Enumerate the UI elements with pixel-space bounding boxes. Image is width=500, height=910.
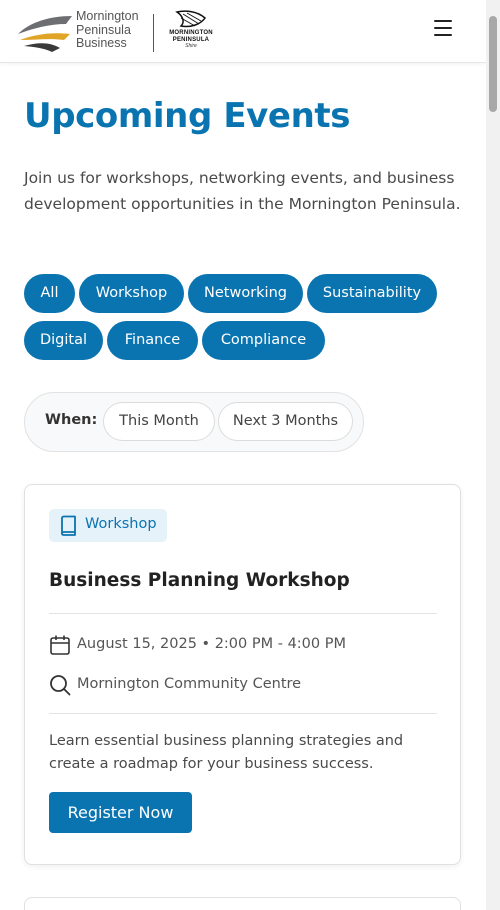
event-description: Learn essential business planning strate… xyxy=(49,733,404,772)
filter-chip-digital[interactable]: Digital xyxy=(24,321,103,360)
when-label: When: xyxy=(45,412,98,428)
event-datetime: August 15, 2025 • 2:00 PM - 4:00 PM xyxy=(77,636,346,652)
event-location: Mornington Community Centre xyxy=(77,676,302,692)
filter-chip-sustainability[interactable]: Sustainability xyxy=(307,274,437,313)
register-now-button[interactable]: Register Now xyxy=(49,792,192,833)
book-icon xyxy=(61,515,76,536)
filter-chip-all[interactable]: All xyxy=(24,274,75,313)
shire-name-line-1: MORNINGTON xyxy=(169,30,213,36)
calendar-icon xyxy=(50,635,70,655)
when-option-next-3-months[interactable]: Next 3 Months xyxy=(218,402,353,441)
logo-divider xyxy=(153,14,154,52)
when-option-this-month[interactable]: This Month xyxy=(103,402,215,441)
filter-chip-finance[interactable]: Finance xyxy=(107,321,198,360)
scrollbar-thumb[interactable] xyxy=(489,16,497,112)
mornington-peninsula-shire-logo[interactable]: MORNINGTON PENINSULA Shire xyxy=(162,10,220,54)
logo-line-3: Business xyxy=(76,36,127,50)
card-divider xyxy=(49,713,437,714)
logo-line-2: Peninsula xyxy=(76,22,131,37)
filter-chip-compliance[interactable]: Compliance xyxy=(202,321,325,360)
filter-chip-networking[interactable]: Networking xyxy=(188,274,303,313)
mpb-logo-mark-icon xyxy=(18,16,72,52)
event-title: Business Planning Workshop xyxy=(49,570,350,591)
when-filter: When: This Month Next 3 Months xyxy=(24,392,364,452)
filter-chip-workshop[interactable]: Workshop xyxy=(79,274,184,313)
search-icon xyxy=(50,675,71,696)
hamburger-menu-icon[interactable] xyxy=(432,18,456,40)
shire-crest-icon xyxy=(175,10,206,28)
event-category-label: Workshop xyxy=(85,516,157,532)
event-card: Workshop Business Planning Workshop Augu… xyxy=(24,484,461,865)
site-header: Mornington Peninsula Business MORNINGTON… xyxy=(0,0,486,63)
logo-wordmark: Mornington Peninsula Business xyxy=(76,9,139,51)
shire-sub-label: Shire xyxy=(185,43,197,49)
event-card xyxy=(24,897,461,910)
logo-line-1: Mornington xyxy=(76,9,139,23)
event-category-badge: Workshop xyxy=(49,509,167,542)
page-intro: Join us for workshops, networking events… xyxy=(24,169,461,213)
mornington-peninsula-business-logo[interactable]: Mornington Peninsula Business xyxy=(16,9,146,54)
page-title: Upcoming Events xyxy=(24,96,351,136)
card-divider xyxy=(49,613,437,614)
page-scrollbar[interactable] xyxy=(486,0,500,910)
